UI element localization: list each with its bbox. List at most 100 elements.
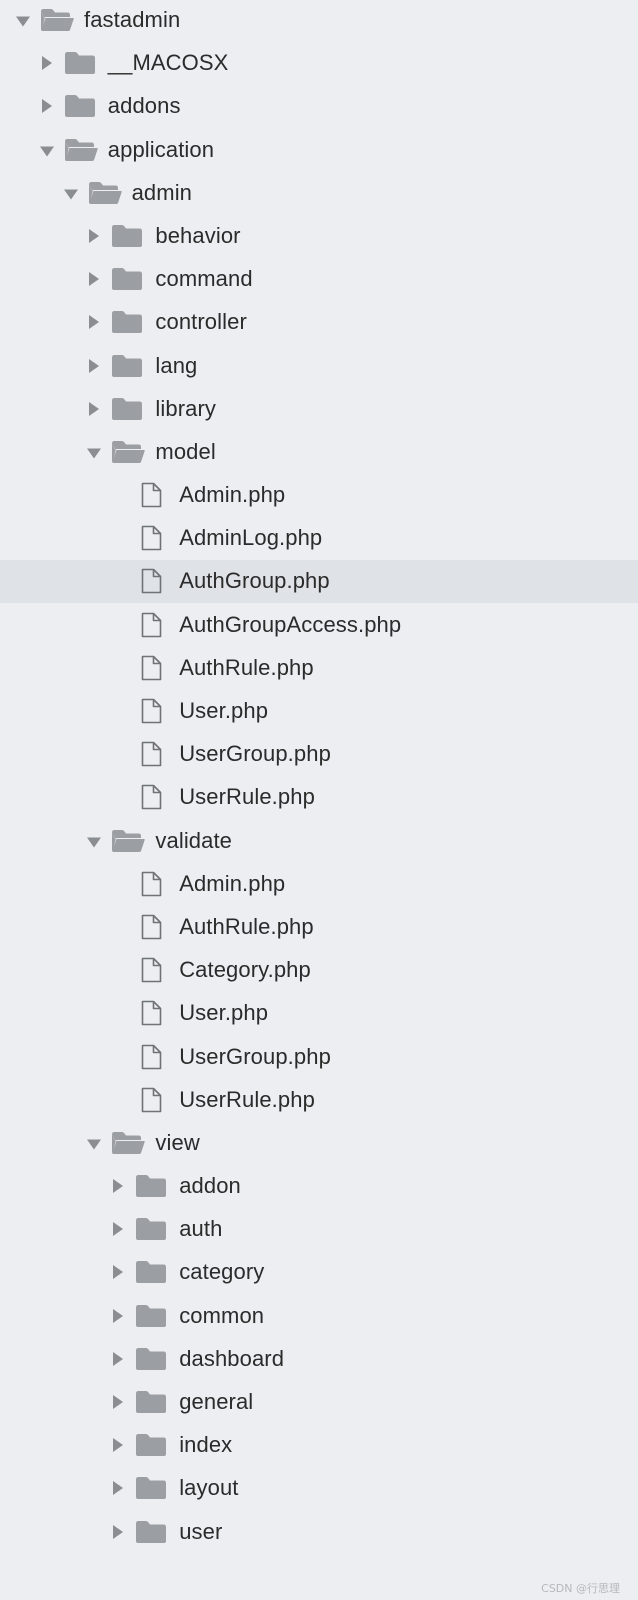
file-icon [138,612,164,638]
tree-file-row[interactable]: Category.php [0,949,638,992]
file-icon [138,957,164,983]
chevron-right-icon[interactable] [89,272,100,287]
tree-folder-row[interactable]: common [0,1294,638,1337]
tree-item-label: addons [107,93,181,119]
chevron-right-icon[interactable] [41,56,52,71]
tree-item-label: validate [155,827,233,853]
folder-icon [111,397,143,421]
folder-icon [135,1520,167,1544]
tree-folder-row[interactable]: layout [0,1467,638,1510]
folder-open-icon [111,440,146,464]
tree-file-row[interactable]: User.php [0,689,638,732]
folder-open-icon [111,829,146,853]
chevron-right-icon[interactable] [113,1481,124,1496]
tree-item-label: AuthGroupAccess.php [179,611,402,637]
tree-folder-row[interactable]: dashboard [0,1337,638,1380]
tree-item-label: admin [131,179,193,205]
chevron-down-icon[interactable] [63,189,78,200]
tree-file-row[interactable]: Admin.php [0,862,638,905]
tree-folder-row[interactable]: view [0,1121,638,1164]
chevron-right-icon[interactable] [113,1395,124,1409]
tree-folder-row[interactable]: validate [0,819,638,862]
tree-item-label: controller [155,309,247,335]
tree-file-row[interactable]: AdminLog.php [0,517,638,560]
tree-file-row[interactable]: Admin.php [0,473,638,516]
tree-folder-row[interactable]: controller [0,301,638,344]
chevron-right-icon[interactable] [113,1179,124,1194]
file-icon [138,655,164,681]
chevron-down-icon[interactable] [39,146,54,157]
tree-item-label: behavior [155,222,241,248]
tree-item-label: general [179,1389,254,1414]
tree-folder-row[interactable]: category [0,1251,638,1294]
file-icon [138,1044,164,1070]
tree-folder-row[interactable]: auth [0,1208,638,1251]
file-icon [138,914,164,940]
tree-folder-row[interactable]: application [0,128,638,171]
folder-icon [135,1217,167,1241]
tree-folder-row[interactable]: command [0,258,638,301]
tree-folder-row[interactable]: addons [0,85,638,128]
tree-folder-row[interactable]: fastadmin [0,0,638,42]
tree-file-row[interactable]: User.php [0,992,638,1035]
chevron-right-icon[interactable] [113,1438,124,1453]
folder-icon [111,354,143,378]
tree-folder-row[interactable]: model [0,430,638,473]
tree-item-label: User.php [179,698,269,723]
chevron-right-icon[interactable] [113,1524,124,1539]
tree-item-label: Admin.php [179,870,286,896]
chevron-right-icon[interactable] [113,1351,124,1366]
tree-item-label: fastadmin [84,7,181,32]
watermark-text: CSDN @行思理 [541,1582,620,1595]
chevron-down-icon[interactable] [87,837,102,848]
tree-item-label: UserGroup.php [179,1043,331,1069]
chevron-right-icon[interactable] [41,99,52,114]
tree-file-row[interactable]: UserRule.php [0,1078,638,1121]
tree-item-label: model [155,438,216,464]
tree-folder-row[interactable]: addon [0,1164,638,1207]
tree-file-row[interactable]: AuthGroup.php [0,559,638,604]
chevron-right-icon[interactable] [89,315,100,330]
tree-item-label: category [179,1259,265,1285]
tree-file-row[interactable]: UserGroup.php [0,1035,638,1078]
tree-file-row[interactable]: UserRule.php [0,776,638,819]
file-icon [138,698,164,724]
folder-icon [135,1476,167,1500]
tree-folder-row[interactable]: behavior [0,214,638,257]
tree-file-row[interactable]: AuthRule.php [0,646,638,689]
folder-icon [111,267,143,291]
folder-icon [111,310,143,334]
tree-folder-row[interactable]: library [0,387,638,430]
chevron-right-icon[interactable] [89,228,100,243]
tree-item-label: UserRule.php [179,784,315,810]
tree-file-row[interactable]: AuthGroupAccess.php [0,603,638,646]
tree-file-row[interactable]: UserGroup.php [0,733,638,776]
chevron-right-icon[interactable] [89,401,100,416]
tree-item-label: addon [179,1173,241,1199]
chevron-right-icon[interactable] [113,1265,124,1280]
file-icon [138,1000,164,1026]
folder-open-icon [64,138,98,162]
chevron-right-icon[interactable] [113,1222,124,1237]
tree-item-label: auth [179,1216,223,1242]
chevron-down-icon[interactable] [87,1139,102,1150]
tree-item-label: user [179,1518,223,1544]
tree-file-row[interactable]: AuthRule.php [0,905,638,948]
tree-folder-row[interactable]: lang [0,344,638,387]
chevron-right-icon[interactable] [89,358,100,373]
tree-item-label: view [155,1129,200,1155]
file-icon [138,482,164,508]
chevron-right-icon[interactable] [113,1308,124,1323]
file-icon [138,741,164,767]
tree-item-label: Admin.php [179,482,286,508]
chevron-down-icon[interactable] [16,16,30,27]
tree-item-label: library [155,395,216,421]
tree-folder-row[interactable]: __MACOSX [0,42,638,85]
tree-folder-row[interactable]: index [0,1424,638,1467]
tree-item-label: User.php [179,1000,269,1026]
chevron-down-icon[interactable] [87,448,102,459]
tree-folder-row[interactable]: general [0,1380,638,1423]
tree-folder-row[interactable]: user [0,1510,638,1553]
tree-folder-row[interactable]: admin [0,171,638,214]
folder-icon [64,51,96,75]
